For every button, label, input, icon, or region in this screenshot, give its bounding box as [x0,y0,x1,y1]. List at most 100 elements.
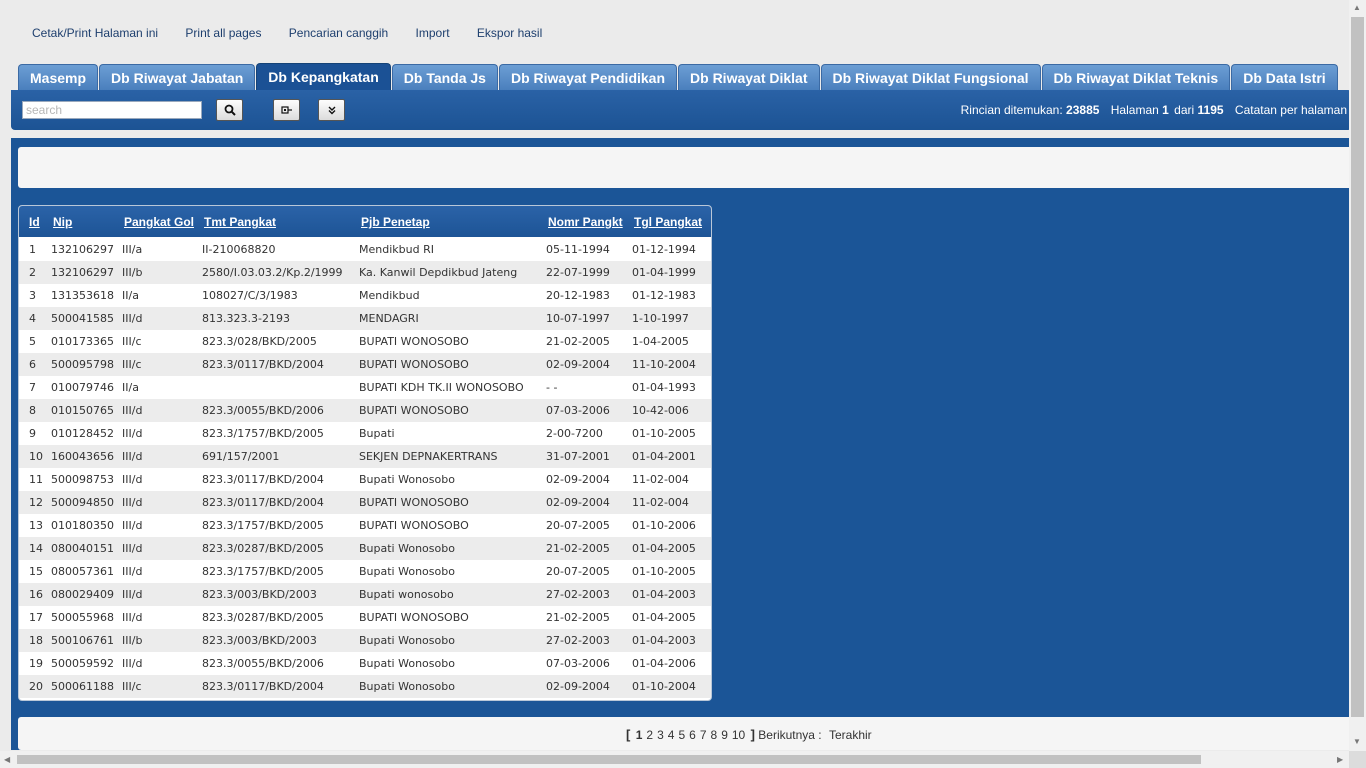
tab-riwayat-diklat-teknis[interactable]: Db Riwayat Diklat Teknis [1041,64,1231,90]
page-number-link[interactable]: 6 [689,728,696,742]
table-row[interactable]: 13 010180350 III/d 823.3/1757/BKD/2005 BUPAT… [19,514,711,537]
table-cell: 823.3/0287/BKD/2005 [202,542,324,555]
table-cell: BUPATI WONOSOBO [359,496,469,509]
vertical-scrollbar[interactable]: ▲ ▼ [1349,0,1366,751]
column-header-pjb-penetap[interactable]: Pjb Penetap [361,215,430,229]
search-button[interactable] [216,99,243,121]
table-cell: 01-04-2006 [632,657,696,670]
table-row[interactable]: 6 500095798 III/c 823.3/0117/BKD/2004 BUPATI… [19,353,711,376]
table-cell: 01-04-2001 [632,450,696,463]
table-cell: 20-12-1983 [546,289,610,302]
column-header-nip[interactable]: Nip [53,215,72,229]
scroll-left-arrow-icon[interactable]: ◀ [4,755,10,764]
horizontal-scroll-thumb[interactable] [17,755,1201,764]
table-cell: III/d [122,404,143,417]
table-cell: BUPATI WONOSOBO [359,404,469,417]
table-cell: III/a [122,243,143,256]
table-row[interactable]: 19 500059592 III/d 823.3/0055/BKD/2006 Bupat… [19,652,711,675]
toggle-panel-button[interactable] [273,99,300,121]
table-cell: 01-04-2005 [632,542,696,555]
page-number-link[interactable]: 4 [668,728,675,742]
page-number-link[interactable]: 9 [721,728,728,742]
table-cell: Bupati wonosobo [359,588,454,601]
scroll-up-arrow-icon[interactable]: ▲ [1353,3,1361,12]
table-cell: 823.3/0117/BKD/2004 [202,680,324,693]
table-row[interactable]: 4 500041585 III/d 813.323.3-2193 MENDAGRI 10-… [19,307,711,330]
scroll-right-arrow-icon[interactable]: ▶ [1337,755,1343,764]
table-row[interactable]: 5 010173365 III/c 823.3/028/BKD/2005 BUPATI … [19,330,711,353]
table-cell: Bupati Wonosobo [359,680,455,693]
table-cell: 823.3/1757/BKD/2005 [202,565,324,578]
tab-masemp[interactable]: Masemp [18,64,99,90]
table-cell: 13 [29,519,43,532]
tab-riwayat-jabatan[interactable]: Db Riwayat Jabatan [99,64,256,90]
table-row[interactable]: 3 131353618 II/a 108027/C/3/1983 Mendikbud 20… [19,284,711,307]
table-cell: 01-04-2003 [632,634,696,647]
table-row[interactable]: 15 080057361 III/d 823.3/1757/BKD/2005 Bupat… [19,560,711,583]
table-cell: Bupati Wonosobo [359,634,455,647]
advanced-search-link[interactable]: Pencarian canggih [277,26,400,40]
next-page-label[interactable]: Berikutnya : [758,728,821,742]
tab-data-istri[interactable]: Db Data Istri [1231,64,1338,90]
page-number-link[interactable]: 10 [732,728,745,742]
table-cell: 2 [29,266,36,279]
print-page-link[interactable]: Cetak/Print Halaman ini [20,26,170,40]
page-number-link[interactable]: 3 [657,728,664,742]
main-content: Id Nip Pangkat Gol Tmt Pangkat Pjb Penet… [11,138,1358,750]
table-row[interactable]: 9 010128452 III/d 823.3/1757/BKD/2005 Bupati… [19,422,711,445]
table-row[interactable]: 12 500094850 III/d 823.3/0117/BKD/2004 BUPAT… [19,491,711,514]
table-cell: II/a [122,289,139,302]
table-cell: 11-10-2004 [632,358,696,371]
table-cell: III/c [122,335,142,348]
table-cell: Mendikbud RI [359,243,434,256]
table-cell: 20-07-2005 [546,565,610,578]
last-page-link[interactable]: Terakhir [829,728,872,742]
column-header-pangkat-gol[interactable]: Pangkat Gol [124,215,194,229]
import-link[interactable]: Import [404,26,462,40]
column-header-tgl-pangkat[interactable]: Tgl Pangkat [634,215,702,229]
table-cell: 500098753 [51,473,114,486]
table-cell: 823.3/003/BKD/2003 [202,634,317,647]
expand-options-button[interactable] [318,99,345,121]
horizontal-scrollbar[interactable]: ◀ ▶ [0,751,1349,768]
table-cell: 19 [29,657,43,670]
page-number-link[interactable]: 2 [646,728,653,742]
column-header-tmt-pangkat[interactable]: Tmt Pangkat [204,215,276,229]
page-number-link[interactable]: 5 [678,728,685,742]
table-row[interactable]: 14 080040151 III/d 823.3/0287/BKD/2005 Bupat… [19,537,711,560]
table-cell: Bupati [359,427,395,440]
page-number-link[interactable]: 7 [700,728,707,742]
table-row[interactable]: 2 132106297 III/b 2580/I.03.03.2/Kp.2/1999 K… [19,261,711,284]
page-number-link[interactable]: 1 [636,728,643,742]
tab-riwayat-pendidikan[interactable]: Db Riwayat Pendidikan [498,64,678,90]
search-input[interactable] [22,101,202,119]
table-row[interactable]: 16 080029409 III/d 823.3/003/BKD/2003 Bupati… [19,583,711,606]
tab-kepangkatan[interactable]: Db Kepangkatan [256,63,391,90]
vertical-scroll-thumb[interactable] [1351,17,1364,717]
table-cell: III/d [122,473,143,486]
scroll-down-arrow-icon[interactable]: ▼ [1353,737,1361,746]
table-header: Id Nip Pangkat Gol Tmt Pangkat Pjb Penet… [19,206,711,237]
tab-riwayat-diklat-fungsional[interactable]: Db Riwayat Diklat Fungsional [820,64,1041,90]
table-row[interactable]: 17 500055968 III/d 823.3/0287/BKD/2005 BUPAT… [19,606,711,629]
table-cell: III/d [122,496,143,509]
table-row[interactable]: 7 010079746 II/a BUPATI KDH TK.II WONOSOBO -… [19,376,711,399]
table-row[interactable]: 18 500106761 III/b 823.3/003/BKD/2003 Bupati… [19,629,711,652]
table-cell: 02-09-2004 [546,680,610,693]
table-cell: III/d [122,312,143,325]
print-all-pages-link[interactable]: Print all pages [173,26,273,40]
table-cell: 01-10-2004 [632,680,696,693]
column-header-nomr-pangkt[interactable]: Nomr Pangkt [548,215,623,229]
table-row[interactable]: 8 010150765 III/d 823.3/0055/BKD/2006 BUPATI… [19,399,711,422]
table-row[interactable]: 11 500098753 III/d 823.3/0117/BKD/2004 Bupat… [19,468,711,491]
table-cell: 18 [29,634,43,647]
tab-tanda-js[interactable]: Db Tanda Js [391,64,498,90]
column-header-id[interactable]: Id [29,215,40,229]
export-results-link[interactable]: Ekspor hasil [465,26,554,40]
table-row[interactable]: 1 132106297 III/a II-210068820 Mendikbud RI 0… [19,238,711,261]
table-row[interactable]: 10 160043656 III/d 691/157/2001 SEKJEN DEPNA… [19,445,711,468]
table-row[interactable]: 20 500061188 III/c 823.3/0117/BKD/2004 Bupat… [19,675,711,698]
pagination-bar: [ 1 2 3 4 5 6 7 8 9 10 ] Berikutnya : Terakhir [18,717,1358,750]
tab-riwayat-diklat[interactable]: Db Riwayat Diklat [678,64,820,90]
page-number-link[interactable]: 8 [711,728,718,742]
